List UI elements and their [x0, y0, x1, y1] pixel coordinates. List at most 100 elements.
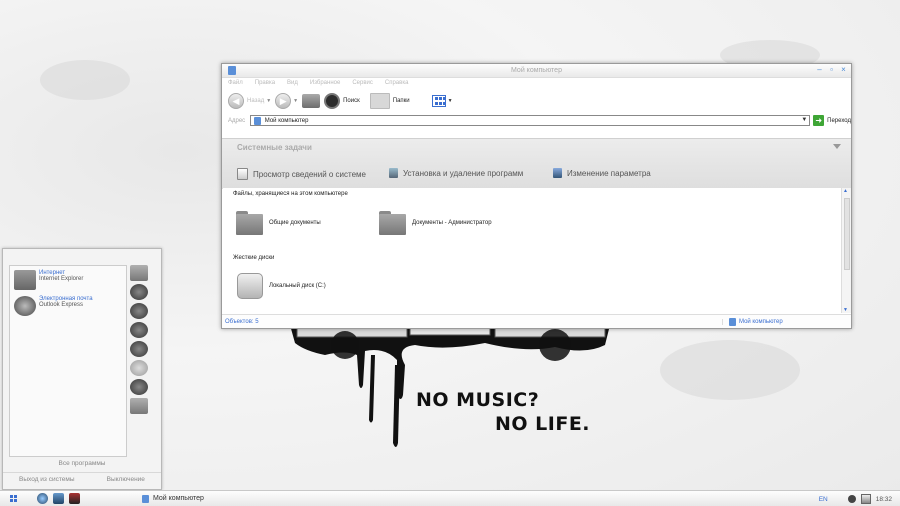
forward-button[interactable]: ▶ ▼ — [275, 93, 298, 109]
my-computer-icon — [729, 317, 736, 326]
menu-view[interactable]: Вид — [287, 80, 298, 86]
menu-bar: Файл Правка Вид Избранное Сервис Справка — [222, 78, 851, 88]
menu-edit[interactable]: Правка — [255, 80, 275, 86]
clock[interactable]: 18:32 — [876, 496, 892, 503]
scroll-thumb[interactable] — [844, 198, 850, 270]
go-button[interactable]: Переход — [827, 118, 851, 124]
drive-label: Локальный диск (C:) — [269, 283, 326, 289]
start-item-subtitle: Internet Explorer — [39, 276, 84, 282]
go-arrow-icon[interactable]: ➜ — [813, 115, 825, 126]
search-button[interactable]: Поиск — [324, 93, 360, 109]
start-item-subtitle: Outlook Express — [39, 302, 84, 308]
add-remove-programs-icon — [389, 168, 398, 178]
views-grid-icon — [431, 95, 446, 107]
status-object-count: Объектов: 5 — [222, 318, 723, 325]
task-view-system-info[interactable]: Просмотр сведений о системе — [237, 168, 366, 180]
taskbar: Мой компьютер EN 18:32 — [0, 490, 900, 506]
forward-arrow-icon: ▶ — [275, 93, 292, 109]
task-label: Установка и удаление программ — [403, 168, 524, 178]
task-add-remove-programs[interactable]: Установка и удаление программ — [389, 168, 523, 178]
system-tray: EN 18:32 — [819, 494, 892, 504]
run-folder-icon[interactable] — [130, 398, 148, 414]
scroll-up-icon[interactable]: ▲ — [843, 188, 848, 194]
clock-icon[interactable] — [130, 322, 148, 338]
system-info-icon — [237, 168, 248, 180]
taskbar-app-my-computer[interactable]: Мой компьютер — [142, 494, 204, 503]
start-item-email[interactable]: Электронная почта Outlook Express — [14, 296, 93, 316]
outlook-express-icon — [14, 296, 36, 316]
taskbar-app-label: Мой компьютер — [153, 495, 204, 502]
status-bar: Объектов: 5 Мой компьютер — [222, 314, 851, 328]
local-disk-c[interactable]: Локальный диск (C:) — [237, 273, 326, 299]
start-menu-footer: Выход из системы Выключение — [3, 472, 161, 485]
shared-documents-folder[interactable]: Общие документы — [236, 211, 321, 235]
music-icon[interactable] — [130, 303, 148, 319]
admin-documents-folder[interactable]: Документы - Администратор — [379, 211, 492, 235]
language-indicator[interactable]: EN — [819, 496, 828, 503]
close-button[interactable]: × — [840, 66, 847, 74]
window-title: Мой компьютер — [511, 67, 562, 74]
views-dropdown-icon: ▼ — [447, 98, 453, 104]
internet-explorer-icon[interactable] — [37, 493, 48, 504]
search-icon — [324, 93, 341, 109]
wallpaper-smudge — [660, 340, 800, 400]
address-dropdown-icon[interactable]: ▼ — [801, 117, 807, 123]
task-label: Изменение параметра — [567, 168, 651, 178]
window-titlebar[interactable]: Мой компьютер – ▫ × — [222, 64, 851, 78]
documents-folder-icon[interactable] — [130, 265, 148, 281]
volume-icon[interactable] — [847, 495, 856, 503]
toolbar: ◀ Назад ▼ ▶ ▼ Поиск Папки ▼ — [222, 88, 851, 114]
my-computer-window: Мой компьютер – ▫ × Файл Правка Вид Избр… — [221, 63, 852, 329]
show-desktop-icon[interactable] — [53, 493, 64, 504]
address-bar: Адрес Мой компьютер ▼ ➜ Переход — [222, 114, 851, 127]
hard-drive-icon — [237, 273, 263, 299]
start-menu-places — [128, 265, 150, 435]
collapse-chevron-icon[interactable] — [833, 144, 841, 149]
search-icon[interactable] — [130, 379, 148, 395]
printer-icon[interactable] — [130, 360, 148, 376]
folders-icon — [369, 93, 390, 109]
back-button[interactable]: ◀ Назад ▼ — [228, 93, 271, 109]
scroll-down-icon[interactable]: ▼ — [843, 307, 848, 313]
forward-dropdown-icon[interactable]: ▼ — [293, 98, 298, 104]
start-item-internet[interactable]: Интернет Internet Explorer — [14, 270, 83, 290]
internet-explorer-icon — [14, 270, 36, 290]
pictures-icon[interactable] — [130, 284, 148, 300]
system-tasks-panel: Системные задачи Просмотр сведений о сис… — [222, 138, 851, 189]
menu-tools[interactable]: Сервис — [352, 80, 373, 86]
section-header-drives: Жесткие диски — [233, 255, 275, 261]
logoff-button[interactable]: Выход из системы — [19, 476, 74, 483]
menu-favorites[interactable]: Избранное — [310, 80, 340, 86]
up-folder-button[interactable] — [302, 94, 321, 108]
folder-label: Документы - Администратор — [412, 220, 492, 226]
back-dropdown-icon[interactable]: ▼ — [266, 98, 271, 104]
wallpaper-smudge — [40, 60, 130, 100]
all-programs-button[interactable]: Все программы — [3, 460, 161, 467]
my-computer-icon — [253, 116, 261, 125]
status-location: Мой компьютер — [723, 317, 783, 326]
control-panel-icon — [553, 168, 562, 178]
folders-label: Папки — [392, 98, 410, 104]
folder-up-icon — [302, 94, 321, 108]
wallpaper-text-line1: NO MUSIC? — [416, 389, 540, 411]
network-icon[interactable] — [860, 494, 871, 504]
pen-icon[interactable] — [130, 341, 148, 357]
shutdown-button[interactable]: Выключение — [107, 476, 145, 483]
address-value: Мой компьютер — [264, 117, 309, 124]
minimize-button[interactable]: – — [816, 66, 823, 74]
menu-help[interactable]: Справка — [385, 80, 409, 86]
start-menu-pinned-list: Интернет Internet Explorer Электронная п… — [9, 265, 127, 457]
menu-file[interactable]: Файл — [228, 80, 243, 86]
back-label: Назад — [247, 98, 265, 104]
address-field[interactable]: Мой компьютер ▼ — [249, 115, 811, 126]
section-header-files: Файлы, хранящиеся на этом компьютере — [233, 191, 348, 197]
task-change-settings[interactable]: Изменение параметра — [553, 168, 651, 178]
maximize-button[interactable]: ▫ — [828, 66, 835, 74]
media-player-icon[interactable] — [69, 493, 80, 504]
start-button[interactable] — [10, 494, 18, 503]
views-button[interactable]: ▼ — [431, 95, 453, 107]
task-label: Просмотр сведений о системе — [253, 169, 366, 179]
folders-button[interactable]: Папки — [369, 93, 410, 109]
search-label: Поиск — [343, 98, 360, 104]
vertical-scrollbar[interactable]: ▲ ▼ — [841, 188, 851, 313]
